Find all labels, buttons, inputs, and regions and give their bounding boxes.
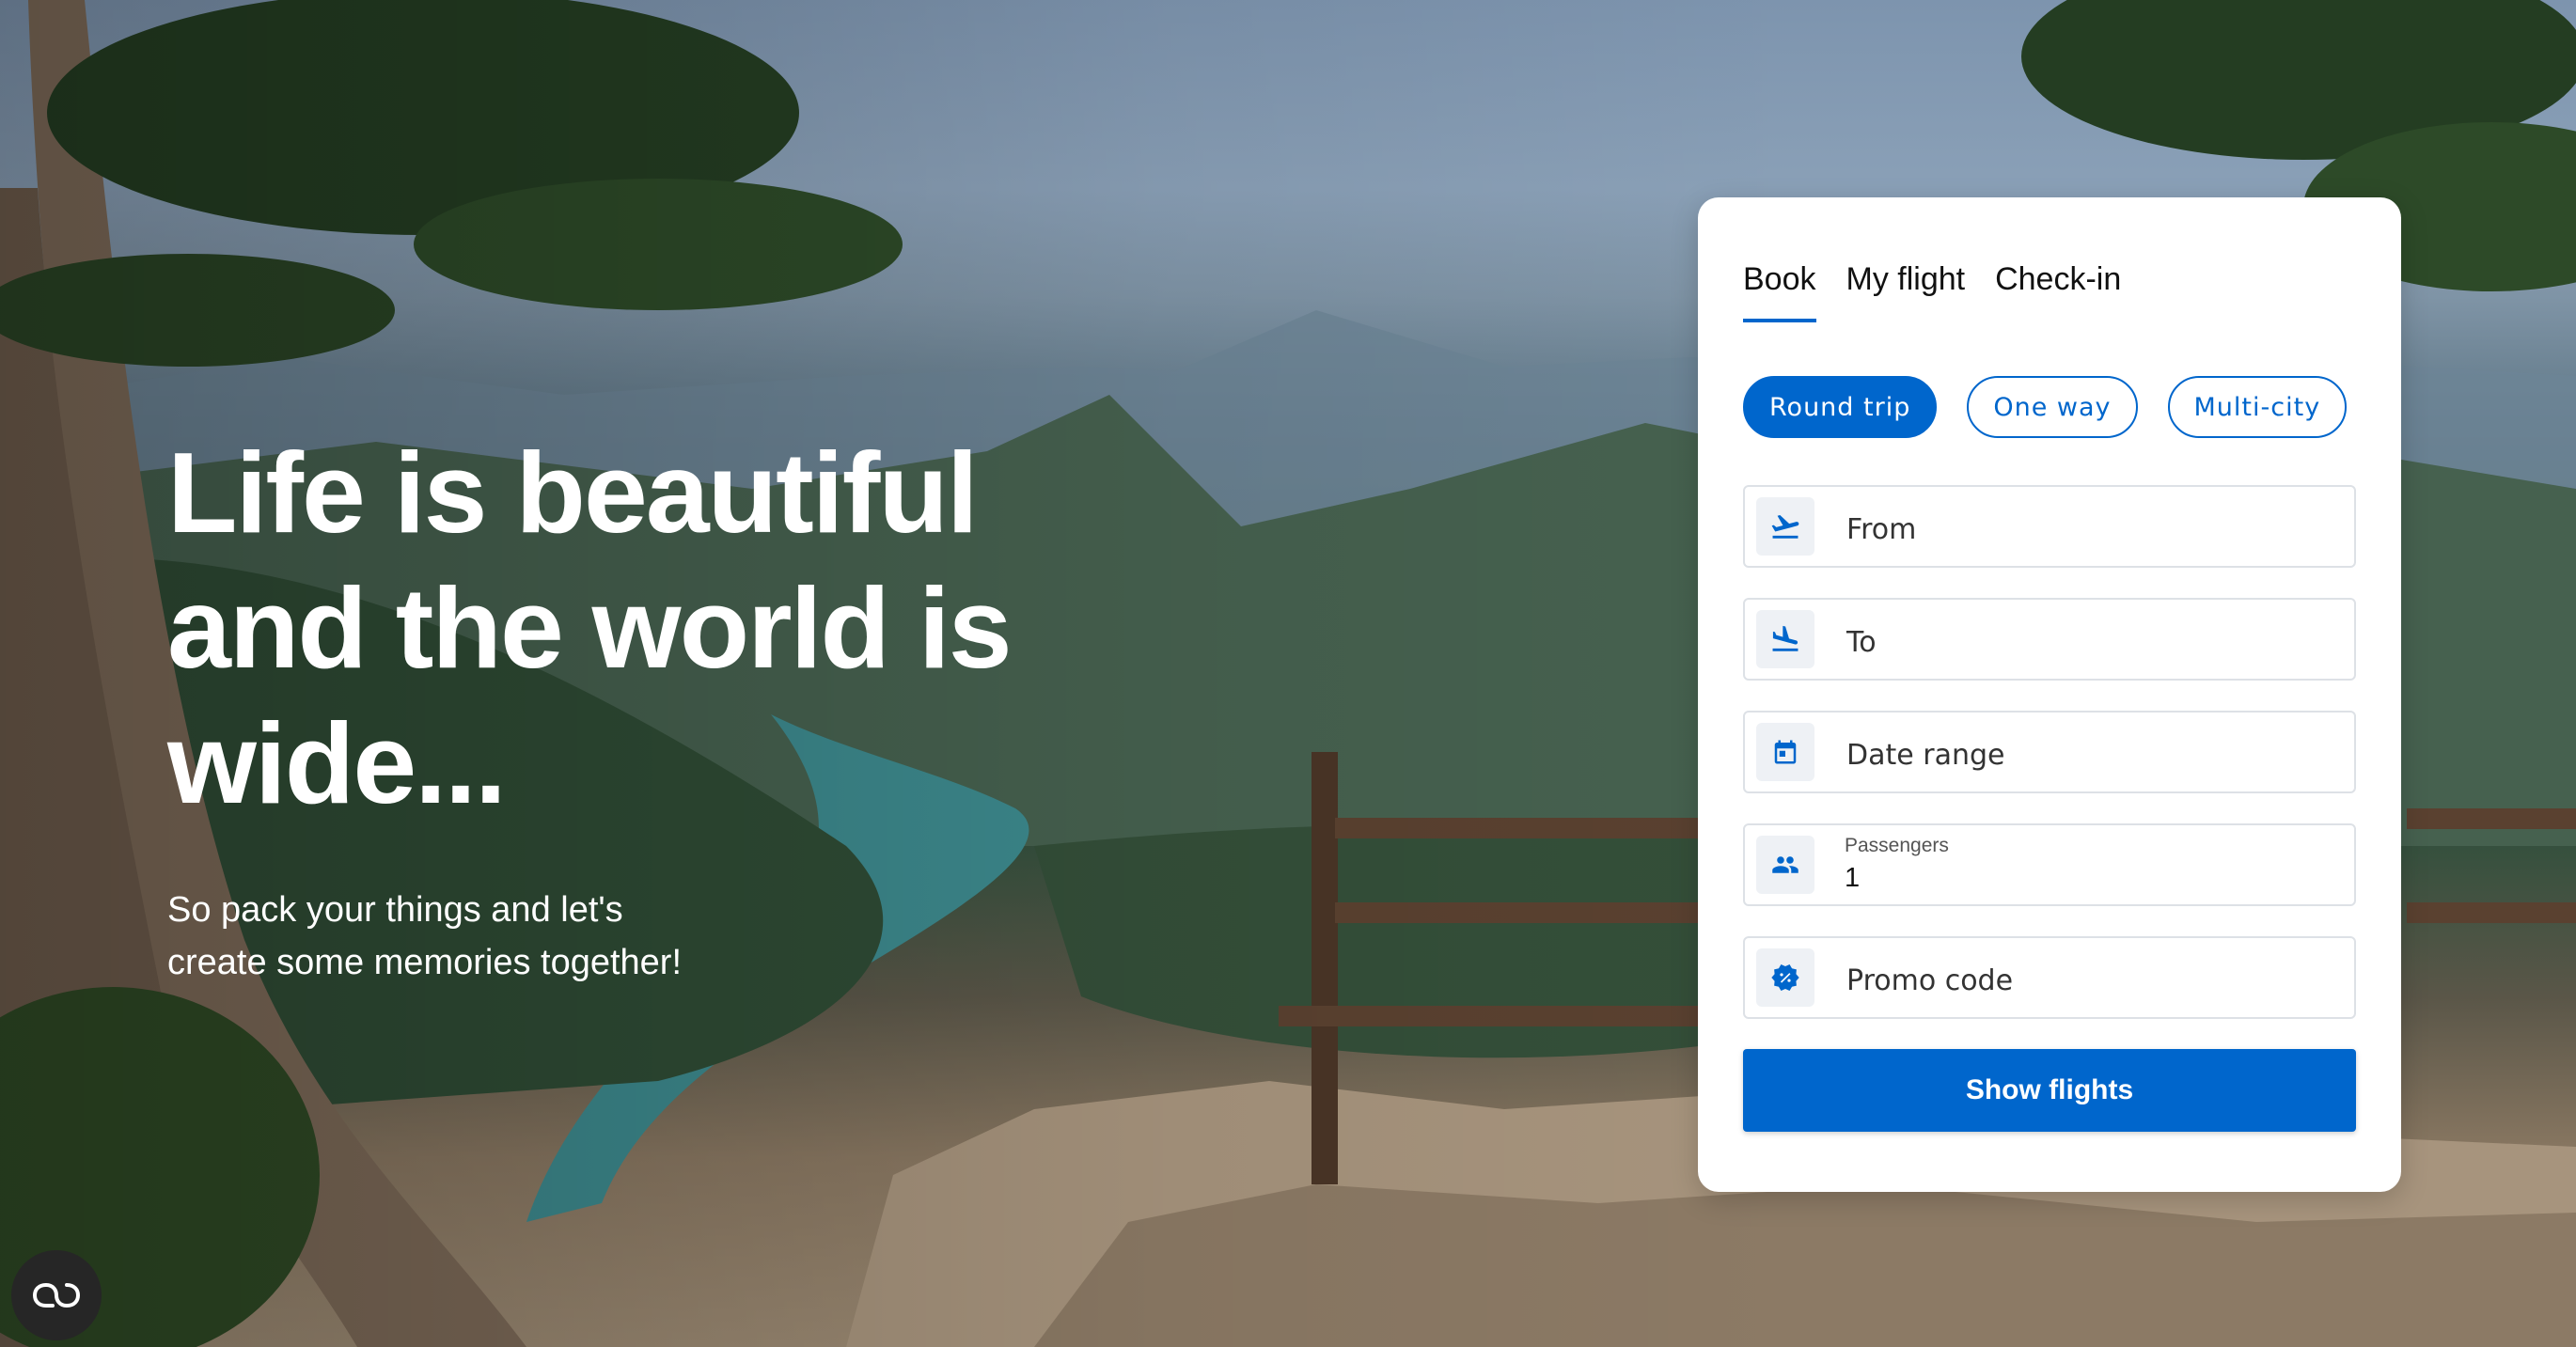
flight-takeoff-icon [1756, 497, 1814, 556]
tab-my-flight[interactable]: My flight [1846, 261, 1966, 322]
promo-code-placeholder: Promo code [1846, 964, 2014, 997]
multi-city-button[interactable]: Multi-city [2167, 376, 2348, 438]
from-field[interactable]: From [1743, 485, 2356, 568]
to-placeholder: To [1846, 626, 1877, 659]
round-trip-button[interactable]: Round trip [1743, 376, 1938, 438]
flight-land-icon [1756, 610, 1814, 668]
hero-title: Life is beautiful and the world is wide.… [167, 429, 1013, 827]
infinity-link-icon [32, 1283, 81, 1308]
date-range-placeholder: Date range [1846, 739, 2005, 772]
tab-check-in[interactable]: Check-in [1995, 261, 2121, 322]
calendar-icon [1756, 723, 1814, 781]
one-way-button[interactable]: One way [1967, 376, 2138, 438]
discount-badge-icon [1756, 948, 1814, 1007]
booking-tabs: Book My flight Check-in [1743, 261, 2121, 322]
show-flights-button[interactable]: Show flights [1743, 1049, 2356, 1132]
hero-text: Life is beautiful and the world is wide.… [167, 425, 1107, 989]
to-field[interactable]: To [1743, 598, 2356, 681]
passengers-field[interactable]: Passengers 1 [1743, 823, 2356, 906]
floating-action-button[interactable] [11, 1250, 102, 1340]
people-icon [1756, 836, 1814, 894]
from-placeholder: From [1846, 513, 1917, 546]
passengers-value: 1 [1845, 863, 1861, 893]
hero-subtitle: So pack your things and let's create som… [167, 890, 683, 982]
passengers-label: Passengers [1845, 835, 1949, 856]
trip-type-selector: Round trip One way Multi-city [1743, 376, 2348, 438]
booking-card: Book My flight Check-in Round trip One w… [1698, 197, 2401, 1192]
tab-book[interactable]: Book [1743, 261, 1816, 322]
date-range-field[interactable]: Date range [1743, 711, 2356, 793]
promo-code-field[interactable]: Promo code [1743, 936, 2356, 1019]
